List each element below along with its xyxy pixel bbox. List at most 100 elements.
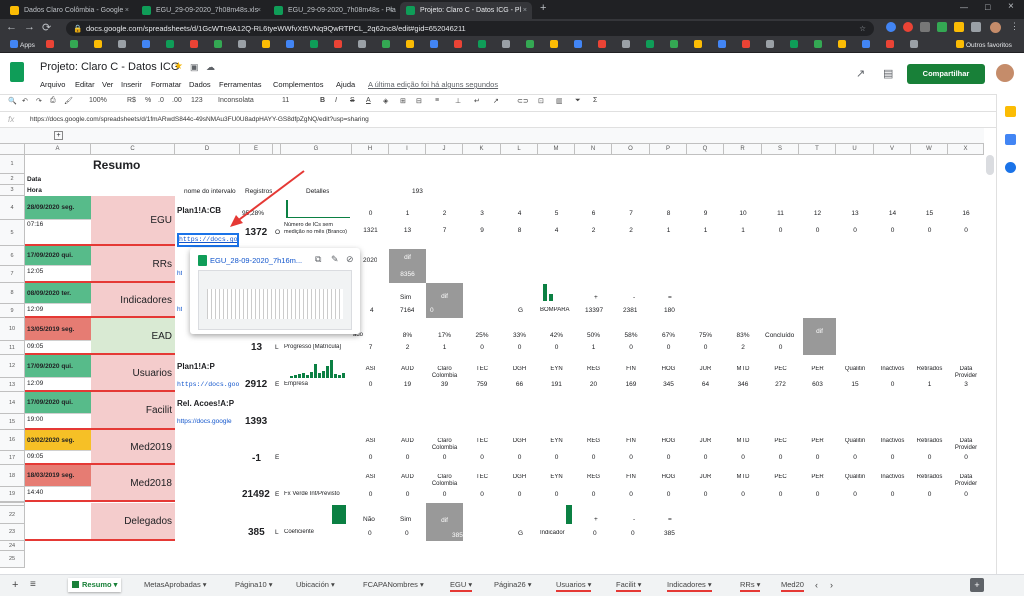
row-header[interactable]: 10	[0, 318, 25, 341]
menu-ver[interactable]: Ver	[102, 80, 113, 89]
col-header[interactable]: C	[91, 144, 175, 155]
row-header[interactable]: 17	[0, 451, 25, 465]
date-cell[interactable]: 18/03/2019 seg.	[25, 465, 91, 487]
forward-icon[interactable]: →	[24, 21, 35, 33]
row-header[interactable]: 3	[0, 185, 25, 196]
extension-icon[interactable]	[954, 22, 964, 32]
menu-ajuda[interactable]: Ajuda	[336, 80, 355, 89]
bookmark-icon[interactable]	[742, 40, 750, 48]
select-all-corner[interactable]	[0, 144, 25, 155]
bookmark-icon[interactable]	[862, 40, 870, 48]
time-cell[interactable]: 12:09	[25, 380, 91, 387]
bookmark-icon[interactable]	[910, 40, 918, 48]
fill-color-icon[interactable]: ◈	[383, 97, 388, 105]
time-cell[interactable]: 19:00	[25, 416, 91, 423]
col-header[interactable]: O	[612, 144, 650, 155]
bookmark-icon[interactable]	[694, 40, 702, 48]
col-header[interactable]: I	[389, 144, 426, 155]
bookmark-icon[interactable]	[310, 40, 318, 48]
functions-icon[interactable]: Σ	[593, 97, 597, 104]
formula-content[interactable]: https://docs.google.com/spreadsheets/d/1…	[30, 116, 369, 123]
tab-ubicacion[interactable]: Ubicación ▾	[296, 578, 335, 592]
extension-icon[interactable]	[920, 22, 930, 32]
more-formats-button[interactable]: 123	[191, 97, 203, 104]
tab-metasaprobadas[interactable]: MetasAprobadas ▾	[144, 578, 207, 592]
close-icon[interactable]: ×	[257, 2, 261, 19]
date-cell[interactable]: 17/09/2020 qui.	[25, 355, 91, 378]
search-menus-icon[interactable]: 🔍	[8, 97, 17, 105]
tab-egu[interactable]: EGU ▾	[450, 578, 473, 592]
bookmark-icon[interactable]	[718, 40, 726, 48]
bookmark-icon[interactable]	[382, 40, 390, 48]
bookmark-icon[interactable]	[262, 40, 270, 48]
bookmark-icon[interactable]	[70, 40, 78, 48]
bookmark-icon[interactable]	[190, 40, 198, 48]
row-header[interactable]: 13	[0, 378, 25, 392]
link-preview-popup[interactable]: EGU_28-09-2020_7h16m... ⧉ ✎ ⊘	[190, 248, 360, 334]
row-header[interactable]: 24	[0, 541, 25, 551]
horizontal-align-icon[interactable]: ≡	[435, 97, 439, 104]
borders-icon[interactable]: ⊞	[400, 97, 406, 105]
range-name-cell[interactable]: Med2019	[91, 430, 175, 465]
expand-group-icon[interactable]: +	[54, 131, 63, 140]
sheets-logo-icon[interactable]	[10, 62, 24, 82]
row-header[interactable]: 19	[0, 487, 25, 502]
italic-icon[interactable]: I	[335, 97, 337, 104]
date-cell[interactable]: 08/09/2020 ter.	[25, 283, 91, 304]
tab-facilit[interactable]: Facilit ▾	[616, 578, 642, 592]
bookmark-icon[interactable]	[358, 40, 366, 48]
minimize-icon[interactable]: —	[960, 3, 968, 12]
close-icon[interactable]: ×	[125, 2, 129, 19]
tab-fcapanombres[interactable]: FCAPANombres ▾	[363, 578, 424, 592]
last-edit-link[interactable]: A última edição foi há alguns segundos	[368, 80, 498, 89]
tab-scroll-left-icon[interactable]: ‹	[815, 578, 818, 592]
text-wrap-icon[interactable]: ↵	[474, 97, 480, 105]
menu-editar[interactable]: Editar	[75, 80, 95, 89]
browser-tab[interactable]: Dados Claro Colômbia - Google ×	[4, 2, 134, 19]
bookmark-icon[interactable]	[526, 40, 534, 48]
date-cell[interactable]: 17/09/2020 qui.	[25, 246, 91, 266]
tab-indicadores[interactable]: Indicadores ▾	[667, 578, 712, 592]
more-icon[interactable]: ⋮	[1010, 21, 1019, 32]
font-size-select[interactable]: 11	[282, 97, 289, 104]
extension-icon[interactable]	[937, 22, 947, 32]
browser-tab-active[interactable]: Projeto: Claro C - Datos ICG - Pl ×	[400, 2, 532, 19]
date-cell[interactable]: 03/02/2020 seg.	[25, 430, 91, 451]
bookmark-icon[interactable]	[94, 40, 102, 48]
menu-formatar[interactable]: Formatar	[151, 80, 181, 89]
bookmark-icon[interactable]	[118, 40, 126, 48]
bookmark-icon[interactable]	[622, 40, 630, 48]
formula-bar[interactable]: fx https://docs.google.com/spreadsheets/…	[0, 112, 1024, 128]
row-header[interactable]: 4	[0, 196, 25, 220]
bookmark-icon[interactable]	[574, 40, 582, 48]
col-header[interactable]: D	[175, 144, 240, 155]
col-header[interactable]: A	[25, 144, 91, 155]
col-header[interactable]: U	[836, 144, 874, 155]
popup-link-title[interactable]: EGU_28-09-2020_7h16m...	[210, 256, 302, 265]
merge-cells-icon[interactable]: ⊟	[416, 97, 422, 105]
percent-button[interactable]: %	[145, 97, 151, 104]
decrease-decimal-button[interactable]: .0	[158, 97, 164, 104]
menu-inserir[interactable]: Inserir	[121, 80, 142, 89]
date-cell[interactable]: 28/09/2020 seg.	[25, 196, 91, 220]
row-header[interactable]: 9	[0, 304, 25, 318]
col-header[interactable]: Q	[687, 144, 724, 155]
document-title[interactable]: Projeto: Claro C - Datos ICG	[40, 61, 179, 73]
row-header[interactable]: 1	[0, 155, 25, 174]
print-icon[interactable]: ⎙	[50, 97, 56, 105]
row-header[interactable]: 11	[0, 341, 25, 355]
filter-icon[interactable]: ⏷	[575, 97, 581, 105]
menu-arquivo[interactable]: Arquivo	[40, 80, 65, 89]
bookmark-other[interactable]: Outros favoritos	[956, 40, 1012, 51]
col-header[interactable]: X	[948, 144, 984, 155]
reload-icon[interactable]: ⟳	[42, 21, 51, 34]
move-folder-icon[interactable]: ▣	[190, 62, 199, 73]
row-header[interactable]: 16	[0, 430, 25, 451]
time-cell[interactable]: 07:16	[25, 221, 91, 228]
row-header[interactable]: 2	[0, 174, 25, 185]
close-icon[interactable]: ×	[523, 2, 527, 19]
bookmark-icon[interactable]	[430, 40, 438, 48]
font-select[interactable]: Inconsolata	[218, 97, 254, 104]
range-name-cell[interactable]: Facilit	[91, 392, 175, 430]
tab-med20[interactable]: Med20	[781, 578, 804, 592]
